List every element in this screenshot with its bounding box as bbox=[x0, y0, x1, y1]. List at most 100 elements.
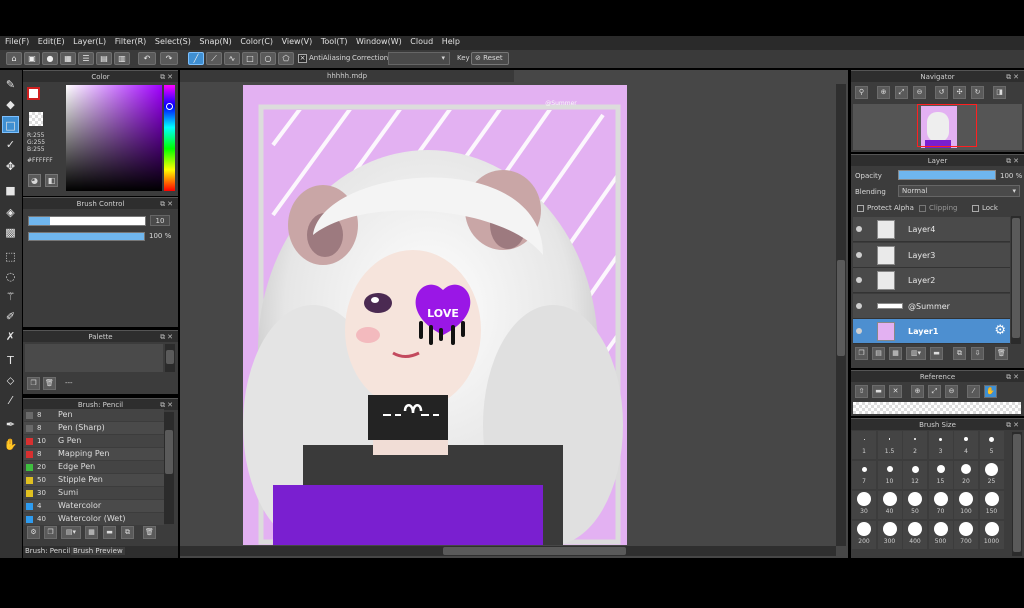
zoom-in-icon[interactable]: ⊕ bbox=[877, 86, 890, 99]
eye-icon[interactable] bbox=[856, 302, 862, 309]
lock-checkbox[interactable] bbox=[972, 205, 979, 212]
eyedropper-tool-icon[interactable]: ⁄ bbox=[2, 392, 19, 409]
rotate-right-icon[interactable]: ↻ bbox=[971, 86, 984, 99]
panel-close-icon[interactable]: ⧉✕ bbox=[1006, 71, 1021, 83]
brush-item[interactable]: 4 Watercolor bbox=[24, 500, 164, 512]
brush-item[interactable]: 8 Mapping Pen bbox=[24, 448, 164, 460]
layer-opacity-slider[interactable] bbox=[898, 170, 996, 180]
brush-size-option[interactable]: 7 bbox=[852, 461, 876, 489]
polygon-icon[interactable]: ⬠ bbox=[278, 52, 294, 65]
move-tool-icon[interactable]: ✥ bbox=[2, 158, 19, 175]
list-icon[interactable]: ☰ bbox=[78, 52, 94, 65]
brush-list-scroll-thumb[interactable] bbox=[165, 430, 173, 474]
eye-icon[interactable] bbox=[856, 328, 862, 334]
clipping-checkbox[interactable] bbox=[919, 205, 926, 212]
ellipse-icon[interactable]: ○ bbox=[260, 52, 276, 65]
brush-size-option[interactable]: 1000 bbox=[979, 521, 1004, 549]
brush-item[interactable]: 40 Watercolor (Wet) bbox=[24, 513, 164, 525]
tab-brush-preview[interactable]: Brush Preview bbox=[71, 547, 125, 555]
menu-filter[interactable]: Filter(R) bbox=[112, 36, 150, 48]
eraser-tool-icon[interactable]: ◆ bbox=[2, 96, 19, 113]
brush-item[interactable]: 10 G Pen bbox=[24, 435, 164, 447]
reference-open-icon[interactable]: ▬ bbox=[872, 385, 885, 398]
layer-scroll-thumb[interactable] bbox=[1012, 218, 1020, 338]
brush-size-option[interactable]: 12 bbox=[903, 461, 927, 489]
panel-close-icon[interactable]: ⧉✕ bbox=[1006, 371, 1021, 383]
hand-tool-icon[interactable]: ✋ bbox=[2, 436, 19, 453]
polyline-icon[interactable]: ⟋ bbox=[206, 52, 222, 65]
brush-size-value[interactable]: 10 bbox=[150, 215, 170, 226]
new-layer-icon[interactable]: ❐ bbox=[855, 347, 868, 360]
chat-icon[interactable]: ● bbox=[42, 52, 58, 65]
canvas-h-scroll-thumb[interactable] bbox=[443, 547, 626, 555]
panel-close-icon[interactable]: ⧉✕ bbox=[160, 71, 175, 83]
brush-item[interactable]: 50 Stipple Pen bbox=[24, 474, 164, 486]
line-tool-icon[interactable]: ╱ bbox=[188, 52, 204, 65]
brush-list-scrollbar[interactable] bbox=[164, 412, 174, 524]
menu-snap[interactable]: Snap(N) bbox=[196, 36, 234, 48]
brush-item[interactable]: 8 Pen (Sharp) bbox=[24, 422, 164, 434]
layer-settings-icon[interactable]: ⚙ bbox=[994, 323, 1006, 338]
layer-folder-icon[interactable]: ▬ bbox=[930, 347, 943, 360]
brush-size-option[interactable]: 700 bbox=[954, 521, 978, 549]
home-icon[interactable]: ⌂ bbox=[6, 52, 22, 65]
brush-size-option[interactable]: 50 bbox=[903, 491, 927, 519]
reference-canvas[interactable] bbox=[853, 402, 1021, 414]
eye-icon[interactable] bbox=[856, 226, 862, 232]
brush-size-option[interactable]: 300 bbox=[877, 521, 902, 549]
canvas-h-scrollbar[interactable] bbox=[180, 546, 836, 556]
panel-close-icon[interactable]: ⧉✕ bbox=[1006, 155, 1021, 167]
delete-layer-icon[interactable]: 🗑 bbox=[995, 347, 1008, 360]
brush-settings-icon[interactable]: ⚙ bbox=[27, 526, 40, 539]
new-layer-1bit-icon[interactable]: ▦ bbox=[889, 347, 902, 360]
layer-row[interactable]: @Summer bbox=[853, 293, 1010, 319]
brush-item[interactable]: 30 Sumi bbox=[24, 487, 164, 499]
palette-scroll-thumb[interactable] bbox=[166, 350, 174, 364]
brush-tool-icon[interactable]: ✎ bbox=[2, 76, 19, 93]
menu-window[interactable]: Window(W) bbox=[353, 36, 405, 48]
operation-tool-icon[interactable]: ⬦ bbox=[2, 372, 19, 389]
save-icon[interactable]: ▣ bbox=[24, 52, 40, 65]
menu-help[interactable]: Help bbox=[439, 36, 463, 48]
select-eraser-icon[interactable]: ✗ bbox=[2, 328, 19, 345]
marquee-tool-icon[interactable]: ⬚ bbox=[2, 248, 19, 265]
panel-close-icon[interactable]: ⧉✕ bbox=[160, 198, 175, 210]
panel-close-icon[interactable]: ⧉✕ bbox=[160, 331, 175, 343]
layer-menu-icon[interactable]: ▥▾ bbox=[906, 347, 926, 360]
brush-menu-icon[interactable]: ▤▾ bbox=[61, 526, 81, 539]
menu-layer[interactable]: Layer(L) bbox=[70, 36, 109, 48]
correction-select[interactable]: ▾ bbox=[388, 52, 450, 65]
reference-fit-icon[interactable]: ⤢ bbox=[928, 385, 941, 398]
delete-brush-icon[interactable]: 🗑 bbox=[143, 526, 156, 539]
menu-color[interactable]: Color(C) bbox=[237, 36, 276, 48]
foreground-color-swatch[interactable] bbox=[27, 87, 40, 100]
brush-size-option[interactable]: 150 bbox=[979, 491, 1004, 519]
eye-icon[interactable] bbox=[856, 251, 862, 258]
grid-icon[interactable]: ▦ bbox=[60, 52, 76, 65]
gradient-tool-icon[interactable]: ▩ bbox=[2, 224, 19, 241]
brush-size-slider[interactable] bbox=[28, 216, 146, 226]
transparent-swatch[interactable] bbox=[29, 112, 43, 126]
brush-size-option[interactable]: 100 bbox=[954, 491, 978, 519]
select-pen-icon[interactable]: ✐ bbox=[2, 308, 19, 325]
new-brush-icon[interactable]: ❐ bbox=[44, 526, 57, 539]
panel-close-icon[interactable]: ⧉✕ bbox=[1006, 419, 1021, 431]
canvas-v-scroll-thumb[interactable] bbox=[837, 260, 845, 356]
rotate-left-icon[interactable]: ↺ bbox=[935, 86, 948, 99]
undo-icon[interactable]: ↶ bbox=[138, 52, 156, 65]
blending-select[interactable]: Normal ▾ bbox=[898, 185, 1020, 197]
brush-size-option[interactable]: 500 bbox=[928, 521, 953, 549]
duplicate-layer-icon[interactable]: ⧉ bbox=[953, 347, 966, 360]
reference-eyedropper-icon[interactable]: ⁄ bbox=[967, 385, 980, 398]
hue-handle[interactable] bbox=[166, 103, 173, 110]
tab-brush-pencil[interactable]: Brush: Pencil bbox=[25, 547, 70, 555]
bucket-tool-icon[interactable]: ◈ bbox=[2, 204, 19, 221]
zoom-out-icon[interactable]: ⊖ bbox=[913, 86, 926, 99]
pen-tool-icon[interactable]: ✒ bbox=[2, 416, 19, 433]
brush-size-option[interactable]: 1 bbox=[852, 431, 876, 459]
menu-view[interactable]: View(V) bbox=[279, 36, 316, 48]
merge-layer-icon[interactable]: ⇩ bbox=[971, 347, 984, 360]
menu-select[interactable]: Select(S) bbox=[152, 36, 194, 48]
fill-rect-tool-icon[interactable]: ■ bbox=[2, 182, 19, 199]
document-tab[interactable]: hhhhh.mdp bbox=[180, 70, 514, 82]
